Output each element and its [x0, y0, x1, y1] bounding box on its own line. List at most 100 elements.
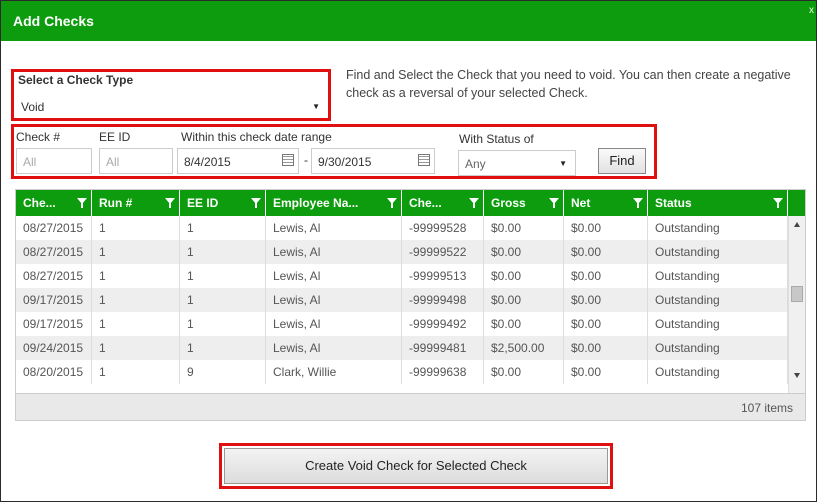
dialog-title: Add Checks [13, 13, 94, 29]
check-type-select[interactable]: Void ▼ [15, 94, 328, 118]
cell-run: 1 [92, 288, 180, 312]
cell-net: $0.00 [564, 312, 648, 336]
grid-scrollbar[interactable] [788, 216, 805, 393]
cell-check-date: 08/20/2015 [16, 360, 92, 384]
cell-check-number: -99999498 [402, 288, 484, 312]
column-header-ee-id[interactable]: EE ID [180, 190, 266, 216]
cell-net: $0.00 [564, 360, 648, 384]
table-row[interactable]: 08/20/2015 1 9 Clark, Willie -99999638 $0.00 $… [16, 360, 788, 384]
grid-footer: 107 items [16, 393, 805, 420]
ee-id-placeholder: All [106, 155, 120, 169]
cell-run: 1 [92, 264, 180, 288]
column-header-check-date[interactable]: Che... [16, 190, 92, 216]
cell-net: $0.00 [564, 216, 648, 240]
calendar-icon[interactable] [282, 154, 294, 166]
column-header-employee-name[interactable]: Employee Na... [266, 190, 402, 216]
cell-run: 1 [92, 240, 180, 264]
filter-icon[interactable] [469, 198, 479, 208]
ee-id-input[interactable]: All [99, 148, 173, 174]
cell-employee-name: Lewis, Al [266, 312, 402, 336]
check-number-placeholder: All [23, 155, 37, 169]
cell-employee-name: Lewis, Al [266, 288, 402, 312]
cell-status: Outstanding [648, 264, 788, 288]
check-number-input[interactable]: All [16, 148, 92, 174]
cell-status: Outstanding [648, 312, 788, 336]
cell-ee-id: 1 [180, 240, 266, 264]
description-text: Find and Select the Check that you need … [346, 68, 791, 100]
cell-employee-name: Lewis, Al [266, 240, 402, 264]
column-header-check-number[interactable]: Che... [402, 190, 484, 216]
cell-check-date: 09/17/2015 [16, 288, 92, 312]
cell-status: Outstanding [648, 288, 788, 312]
cell-gross: $0.00 [484, 360, 564, 384]
filter-icon[interactable] [633, 198, 643, 208]
cell-run: 1 [92, 312, 180, 336]
calendar-icon[interactable] [418, 154, 430, 166]
cell-employee-name: Lewis, Al [266, 264, 402, 288]
column-header-status[interactable]: Status [648, 190, 788, 216]
ee-id-label: EE ID [99, 130, 131, 144]
cell-run: 1 [92, 360, 180, 384]
cell-gross: $2,500.00 [484, 336, 564, 360]
date-from-input[interactable]: 8/4/2015 [177, 148, 299, 174]
cell-ee-id: 1 [180, 264, 266, 288]
table-row[interactable]: 08/27/2015 1 1 Lewis, Al -99999528 $0.00 $0.00… [16, 216, 788, 240]
scroll-up-icon[interactable] [794, 222, 800, 227]
filter-icon[interactable] [773, 198, 783, 208]
cell-ee-id: 1 [180, 216, 266, 240]
date-to-input[interactable]: 9/30/2015 [311, 148, 435, 174]
filter-icon[interactable] [387, 198, 397, 208]
filter-icon[interactable] [251, 198, 261, 208]
table-row[interactable]: 09/24/2015 1 1 Lewis, Al -99999481 $2,500.00 $… [16, 336, 788, 360]
cell-net: $0.00 [564, 240, 648, 264]
cell-check-date: 09/17/2015 [16, 312, 92, 336]
cell-gross: $0.00 [484, 288, 564, 312]
filter-icon[interactable] [165, 198, 175, 208]
cell-gross: $0.00 [484, 216, 564, 240]
date-range-separator: - [304, 153, 308, 167]
cell-check-date: 08/27/2015 [16, 264, 92, 288]
checks-grid: Che... Run # EE ID Employee Na... Che...… [15, 189, 806, 421]
check-type-value: Void [21, 100, 45, 114]
cell-gross: $0.00 [484, 264, 564, 288]
table-row[interactable]: 08/27/2015 1 1 Lewis, Al -99999522 $0.00 $0.00… [16, 240, 788, 264]
cell-check-number: -99999528 [402, 216, 484, 240]
find-button[interactable]: Find [598, 148, 646, 174]
item-count: 107 items [740, 401, 793, 415]
table-row[interactable]: 09/17/2015 1 1 Lewis, Al -99999498 $0.00 $0.00… [16, 288, 788, 312]
table-row[interactable]: 09/17/2015 1 1 Lewis, Al -99999492 $0.00 $0.00… [16, 312, 788, 336]
cell-employee-name: Lewis, Al [266, 216, 402, 240]
cell-run: 1 [92, 336, 180, 360]
cell-net: $0.00 [564, 264, 648, 288]
status-filter-label: With Status of [459, 132, 534, 146]
cell-check-number: -99999513 [402, 264, 484, 288]
cell-check-number: -99999492 [402, 312, 484, 336]
cell-ee-id: 1 [180, 312, 266, 336]
cell-net: $0.00 [564, 288, 648, 312]
date-from-value: 8/4/2015 [184, 155, 231, 169]
column-header-run[interactable]: Run # [92, 190, 180, 216]
close-icon[interactable]: x [809, 5, 814, 16]
cell-check-number: -99999638 [402, 360, 484, 384]
filter-icon[interactable] [549, 198, 559, 208]
cell-status: Outstanding [648, 216, 788, 240]
cell-gross: $0.00 [484, 312, 564, 336]
column-header-net[interactable]: Net [564, 190, 648, 216]
column-header-gross[interactable]: Gross [484, 190, 564, 216]
cell-run: 1 [92, 216, 180, 240]
status-filter-select[interactable]: Any ▼ [458, 150, 576, 176]
date-range-label: Within this check date range [181, 130, 332, 144]
chevron-down-icon: ▼ [559, 159, 567, 168]
create-void-check-button[interactable]: Create Void Check for Selected Check [224, 448, 608, 484]
filter-icon[interactable] [77, 198, 87, 208]
check-number-label: Check # [16, 130, 61, 144]
cell-status: Outstanding [648, 360, 788, 384]
dialog-titlebar: Add Checks x [1, 1, 816, 41]
check-type-label: Select a Check Type [18, 73, 134, 87]
grid-header: Che... Run # EE ID Employee Na... Che...… [16, 190, 805, 216]
cell-ee-id: 1 [180, 336, 266, 360]
cell-employee-name: Clark, Willie [266, 360, 402, 384]
scroll-down-icon[interactable] [794, 373, 800, 378]
table-row[interactable]: 08/27/2015 1 1 Lewis, Al -99999513 $0.00 $0.00… [16, 264, 788, 288]
scroll-thumb[interactable] [791, 286, 803, 302]
